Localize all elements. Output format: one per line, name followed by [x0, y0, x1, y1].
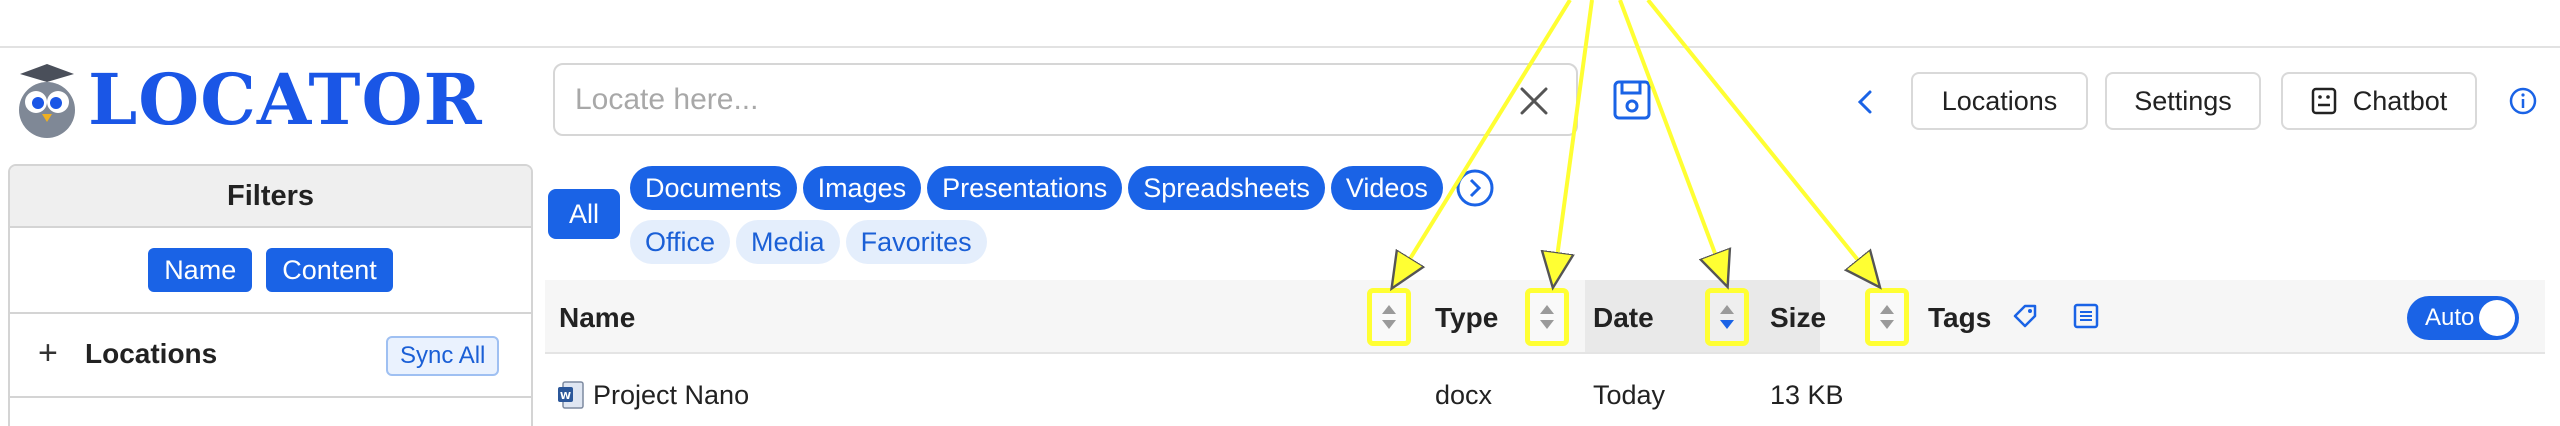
filters-panel: Filters Name Content + Locations Sync Al…	[8, 164, 533, 426]
column-name[interactable]: Name	[559, 302, 635, 334]
column-type[interactable]: Type	[1435, 302, 1498, 334]
table-header: Name Type Date Size Tags Auto	[545, 280, 2545, 354]
back-chevron-icon[interactable]	[1850, 82, 1880, 122]
category-secondary-list: Office Media Favorites	[630, 220, 987, 264]
chatbot-label: Chatbot	[2352, 85, 2448, 116]
chatbot-button[interactable]: Chatbot	[2281, 72, 2477, 130]
sync-all-button[interactable]: Sync All	[386, 336, 500, 376]
save-search-icon[interactable]	[1612, 78, 1652, 122]
annotation-arrow	[1618, 0, 1722, 272]
category-primary-list: Documents Images Presentations Spreadshe…	[630, 166, 1495, 210]
search-box[interactable]	[553, 63, 1578, 136]
filter-mode-row: Name Content	[10, 228, 531, 314]
word-document-icon: W	[558, 381, 584, 409]
top-divider	[0, 46, 2560, 48]
category-images[interactable]: Images	[802, 166, 922, 210]
category-office[interactable]: Office	[630, 220, 731, 264]
toggle-knob	[2479, 300, 2515, 336]
column-date[interactable]: Date	[1593, 302, 1654, 334]
file-size: 13 KB	[1770, 380, 1844, 410]
sort-neutral-icon	[1382, 305, 1396, 329]
logo-text: LOCATOR	[88, 58, 483, 141]
filter-name-button[interactable]: Name	[148, 248, 253, 292]
category-presentations[interactable]: Presentations	[927, 166, 1123, 210]
category-documents[interactable]: Documents	[630, 166, 797, 210]
info-icon[interactable]	[2508, 86, 2538, 116]
annotation-arrow	[1646, 0, 1870, 275]
category-spreadsheets[interactable]: Spreadsheets	[1128, 166, 1325, 210]
tag-icon[interactable]	[2011, 302, 2039, 330]
file-date: Today	[1593, 380, 1666, 410]
column-tags[interactable]: Tags	[1928, 302, 1991, 334]
category-videos[interactable]: Videos	[1330, 166, 1443, 210]
filters-title: Filters	[10, 166, 531, 228]
locations-label: Locations	[85, 338, 218, 369]
owl-logo-icon	[19, 64, 75, 138]
more-categories-icon[interactable]	[1455, 168, 1495, 208]
sort-descending-icon	[1720, 305, 1734, 329]
sort-size-button[interactable]	[1865, 288, 1909, 346]
chatbot-icon	[2311, 87, 2336, 115]
table-row[interactable]: W Project Nano docx Today 13 KB	[545, 356, 2545, 426]
annotation-arrow	[1400, 0, 1572, 275]
sort-date-button[interactable]	[1705, 288, 1749, 346]
filter-content-button[interactable]: Content	[266, 248, 393, 292]
category-all-button[interactable]: All	[548, 189, 620, 239]
settings-button[interactable]: Settings	[2105, 72, 2261, 130]
column-size[interactable]: Size	[1770, 302, 1826, 334]
auto-toggle-label: Auto	[2425, 304, 2475, 331]
app-logo: LOCATOR	[12, 60, 483, 140]
category-favorites[interactable]: Favorites	[845, 220, 987, 264]
locations-row: + Locations Sync All	[10, 314, 531, 398]
locations-button[interactable]: Locations	[1911, 72, 2088, 130]
auto-toggle[interactable]: Auto	[2407, 296, 2519, 340]
category-media[interactable]: Media	[736, 220, 840, 264]
annotation-arrow	[1555, 0, 1594, 272]
file-type: docx	[1435, 380, 1493, 410]
clear-icon[interactable]	[1514, 81, 1554, 121]
sort-neutral-icon	[1880, 305, 1894, 329]
svg-text:W: W	[560, 391, 571, 402]
search-input[interactable]	[575, 75, 1475, 125]
expand-plus-icon[interactable]: +	[38, 334, 58, 373]
sort-type-button[interactable]	[1525, 288, 1569, 346]
list-details-icon[interactable]	[2072, 302, 2100, 330]
sort-neutral-icon	[1540, 305, 1554, 329]
sort-name-button[interactable]	[1367, 288, 1411, 346]
file-name: Project Nano	[593, 380, 750, 410]
